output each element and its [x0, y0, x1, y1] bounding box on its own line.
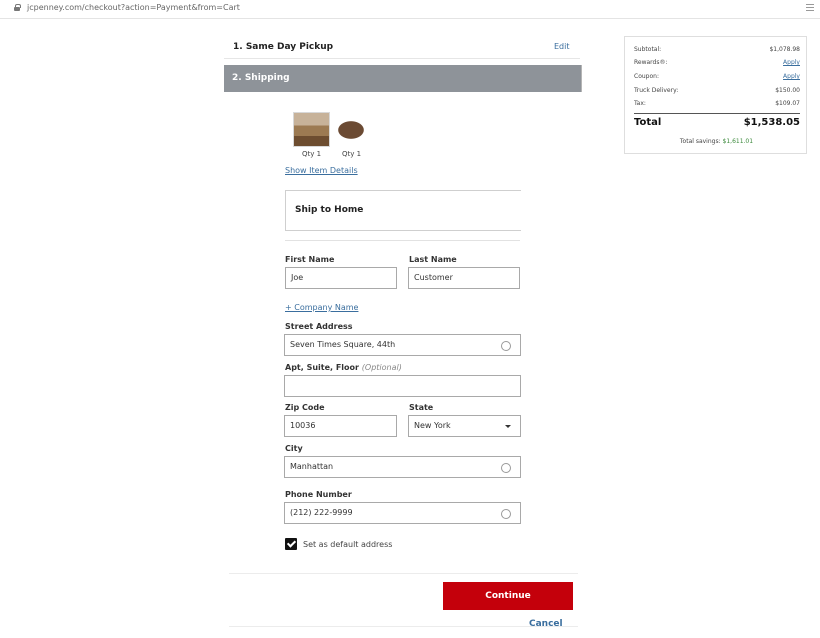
first-name-field[interactable]: Joe — [285, 267, 397, 289]
apply-rewards-link[interactable]: Apply — [783, 59, 800, 66]
savings-label: Total savings: — [680, 138, 721, 145]
subtotal-label: Subtotal: — [634, 46, 661, 53]
coupon-label: Coupon: — [634, 73, 659, 80]
street-address-value: Seven Times Square, 44th — [290, 340, 395, 349]
rewards-label: Rewards®: — [634, 59, 668, 66]
phone-number-label: Phone Number — [285, 490, 352, 499]
default-address-label: Set as default address — [303, 540, 392, 549]
show-item-details-link[interactable]: Show Item Details — [285, 166, 358, 175]
state-select[interactable]: New York — [408, 415, 521, 437]
check-circle-icon — [501, 463, 511, 473]
total-savings: Total savings: $1,611.01 — [625, 138, 808, 145]
rewards-row: Rewards®: Apply — [634, 59, 800, 71]
truck-delivery-row: Truck Delivery: $150.00 — [634, 87, 800, 99]
phone-number-field[interactable]: (212) 222-9999 — [284, 502, 521, 524]
divider — [229, 626, 578, 627]
apt-field[interactable] — [284, 375, 521, 397]
lock-icon — [14, 4, 20, 11]
checkmark-icon — [287, 538, 296, 547]
add-company-name-link[interactable]: + Company Name — [285, 303, 358, 312]
cancel-link[interactable]: Cancel — [529, 619, 563, 629]
step-shipping-header: 2. Shipping — [224, 65, 581, 92]
check-circle-icon — [501, 509, 511, 519]
last-name-field[interactable]: Customer — [408, 267, 520, 289]
savings-value: $1,611.01 — [723, 138, 754, 145]
total-row: Total $1,538.05 — [634, 117, 800, 131]
subtotal-value: $1,078.98 — [769, 46, 800, 53]
first-name-value: Joe — [291, 273, 303, 282]
zip-code-label: Zip Code — [285, 403, 325, 412]
apply-coupon-link[interactable]: Apply — [783, 73, 800, 80]
first-name-label: First Name — [285, 255, 334, 264]
step1-title: 1. Same Day Pickup — [233, 42, 333, 52]
default-address-checkbox[interactable] — [285, 538, 297, 550]
zip-code-field[interactable]: 10036 — [284, 415, 397, 437]
item-qty-1: Qty 1 — [302, 150, 321, 158]
order-summary: Subtotal: $1,078.98 Rewards®: Apply Coup… — [624, 36, 807, 154]
url-text[interactable]: jcpenney.com/checkout?action=Payment&fro… — [27, 3, 240, 12]
divider — [229, 573, 578, 574]
truck-delivery-value: $150.00 — [775, 87, 800, 94]
continue-button[interactable]: Continue — [443, 582, 573, 610]
total-label: Total — [634, 117, 661, 128]
state-value: New York — [414, 421, 451, 430]
last-name-label: Last Name — [409, 255, 457, 264]
apt-label: Apt, Suite, Floor (Optional) — [285, 363, 402, 372]
tax-value: $109.07 — [775, 100, 800, 107]
divider — [285, 240, 520, 241]
ship-to-home-label: Ship to Home — [295, 205, 363, 215]
city-label: City — [285, 444, 303, 453]
step2-title: 2. Shipping — [232, 73, 290, 83]
sofa-image-1 — [293, 112, 330, 147]
menu-icon[interactable] — [806, 4, 814, 12]
divider — [634, 113, 800, 114]
phone-number-value: (212) 222-9999 — [290, 508, 353, 517]
city-value: Manhattan — [290, 462, 333, 471]
subtotal-row: Subtotal: $1,078.98 — [634, 46, 800, 58]
chevron-down-icon — [505, 425, 511, 428]
total-value: $1,538.05 — [744, 117, 800, 128]
browser-url-bar[interactable]: jcpenney.com/checkout?action=Payment&fro… — [0, 0, 820, 19]
zip-code-value: 10036 — [290, 421, 315, 430]
state-label: State — [409, 403, 433, 412]
coupon-row: Coupon: Apply — [634, 73, 800, 85]
street-address-field[interactable]: Seven Times Square, 44th — [284, 334, 521, 356]
city-field[interactable]: Manhattan — [284, 456, 521, 478]
step-same-day-pickup: 1. Same Day Pickup Edit — [224, 36, 580, 59]
item-qty-2: Qty 1 — [342, 150, 361, 158]
street-address-label: Street Address — [285, 322, 353, 331]
tax-label: Tax: — [634, 100, 646, 107]
edit-pickup-link[interactable]: Edit — [554, 42, 570, 51]
check-circle-icon — [501, 341, 511, 351]
sofa-image-2 — [335, 119, 367, 139]
last-name-value: Customer — [414, 273, 453, 282]
tax-row: Tax: $109.07 — [634, 100, 800, 112]
ship-to-home-option[interactable]: Ship to Home — [285, 190, 521, 231]
truck-delivery-label: Truck Delivery: — [634, 87, 678, 94]
